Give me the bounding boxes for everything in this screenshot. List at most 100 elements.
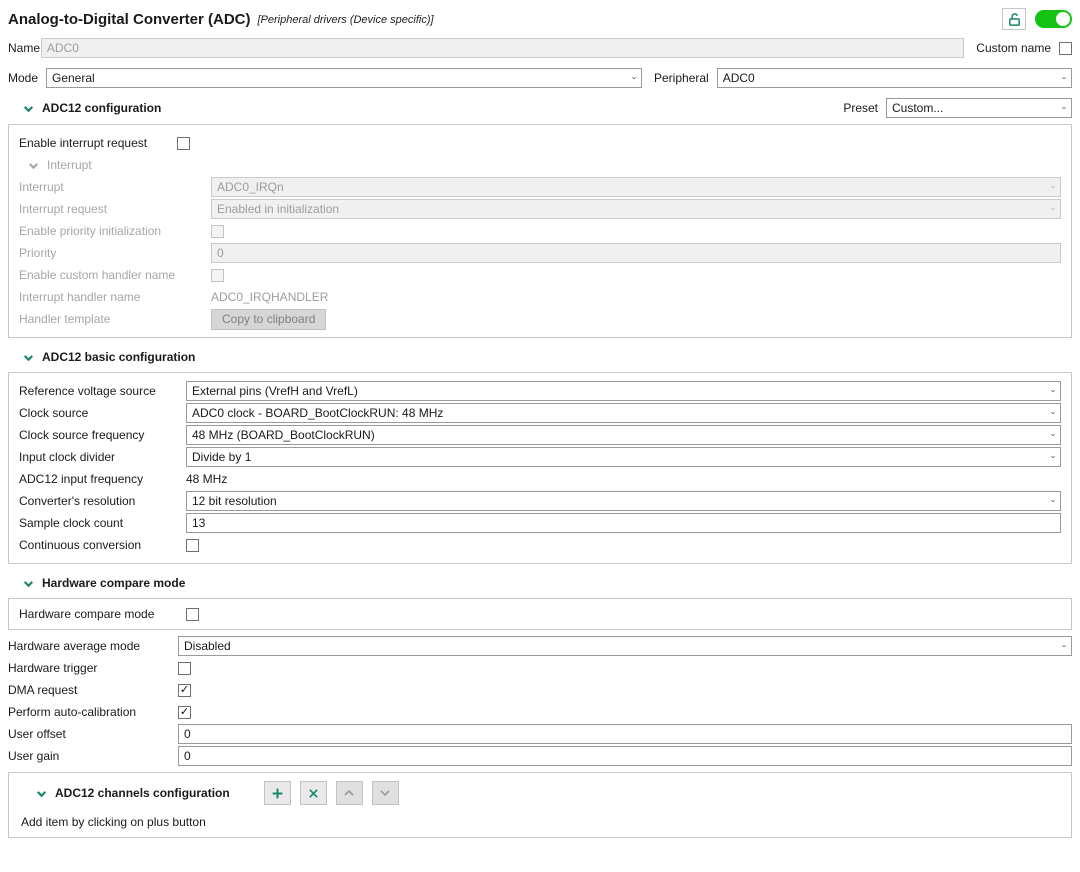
interrupt-label: Interrupt: [19, 180, 64, 194]
field-row: Interrupt request Enabled in initializat…: [19, 199, 1061, 219]
misc-settings: Hardware average mode Disabled Hardware …: [0, 636, 1080, 766]
hardware-trigger-label: Hardware trigger: [8, 661, 98, 675]
user-offset-input[interactable]: [178, 724, 1072, 744]
clock-source-frequency-selected-value: 48 MHz (BOARD_BootClockRUN): [192, 428, 375, 442]
priority-label: Priority: [19, 246, 57, 260]
sample-clock-count-label: Sample clock count: [19, 516, 124, 530]
interrupt-request-label: Interrupt request: [19, 202, 108, 216]
mode-select[interactable]: General: [46, 68, 642, 88]
add-channel-button[interactable]: [263, 781, 291, 805]
continuous-conversion-checkbox[interactable]: [186, 538, 199, 552]
field-row: DMA request ✓: [0, 680, 1080, 700]
name-label: Name: [8, 41, 41, 55]
field-row: Continuous conversion: [19, 535, 1061, 555]
field-row: Hardware average mode Disabled: [0, 636, 1080, 656]
x-icon: [308, 788, 318, 798]
clock-source-frequency-label: Clock source frequency: [19, 428, 145, 442]
chevron-down-icon: [380, 790, 390, 797]
chevron-down-icon[interactable]: [22, 351, 35, 364]
toggle-knob: [1056, 12, 1070, 26]
chevron-down-icon: [1062, 107, 1066, 110]
field-row: ADC12 input frequency 48 MHz: [19, 469, 1061, 489]
adc-config-page: Analog-to-Digital Converter (ADC) [Perip…: [0, 0, 1080, 872]
user-gain-label: User gain: [8, 749, 60, 763]
dma-request-checkbox[interactable]: ✓: [178, 683, 191, 697]
enable-priority-initialization-checkbox: [211, 224, 224, 238]
adc12-input-frequency-label: ADC12 input frequency: [19, 472, 144, 486]
mode-label: Mode: [8, 71, 39, 85]
sample-clock-count-input[interactable]: [186, 513, 1061, 533]
section-title: ADC12 basic configuration: [42, 350, 196, 364]
hardware-average-mode-label: Hardware average mode: [8, 639, 141, 653]
field-row: Converter's resolution 12 bit resolution: [19, 491, 1061, 511]
input-clock-divider-selected-value: Divide by 1: [192, 450, 252, 464]
chevron-down-icon: [1062, 645, 1066, 648]
hardware-compare-mode-checkbox[interactable]: [186, 607, 199, 621]
remove-channel-button[interactable]: [299, 781, 327, 805]
interrupt-subsection-header: Interrupt: [27, 155, 1061, 175]
lock-button[interactable]: [1002, 8, 1026, 30]
unlock-icon: [1008, 12, 1020, 26]
interrupt-handler-name-label: Interrupt handler name: [19, 290, 141, 304]
name-row: Name Custom name: [0, 38, 1080, 58]
preset-selected-value: Custom...: [892, 101, 944, 115]
chevron-down-icon[interactable]: [27, 159, 40, 172]
adc12-configuration-header: ADC12 configuration Preset Custom...: [0, 98, 1080, 118]
basic-configuration-panel: Reference voltage source External pins (…: [8, 372, 1072, 564]
reference-voltage-selected-value: External pins (VrefH and VrefL): [192, 384, 358, 398]
chevron-down-icon[interactable]: [35, 787, 48, 800]
hardware-average-mode-select[interactable]: Disabled: [178, 636, 1072, 656]
enable-custom-handler-name-checkbox: [211, 268, 224, 282]
field-row: Interrupt handler name ADC0_IRQHANDLER: [19, 287, 1061, 307]
peripheral-select[interactable]: ADC0: [716, 68, 1072, 88]
peripheral-enabled-toggle[interactable]: [1035, 10, 1072, 28]
user-offset-label: User offset: [8, 727, 66, 741]
field-row: Sample clock count: [19, 513, 1061, 533]
plus-icon: [272, 788, 283, 798]
adc12-input-frequency-value: 48 MHz: [186, 472, 228, 486]
field-row: Clock source ADC0 clock - BOARD_BootCloc…: [19, 403, 1061, 423]
field-row: Input clock divider Divide by 1: [19, 447, 1061, 467]
field-row: Enable custom handler name: [19, 265, 1061, 285]
converters-resolution-select[interactable]: 12 bit resolution: [186, 491, 1061, 511]
perform-auto-calibration-label: Perform auto-calibration: [8, 705, 137, 719]
interrupt-panel: Enable interrupt request Interrupt Inter…: [8, 124, 1072, 338]
field-row: Hardware trigger: [0, 658, 1080, 678]
chevron-down-icon: [632, 77, 636, 80]
chevron-down-icon: [1051, 208, 1055, 211]
reference-voltage-source-select[interactable]: External pins (VrefH and VrefL): [186, 381, 1061, 401]
enable-interrupt-request-label: Enable interrupt request: [19, 136, 148, 150]
mode-row: Mode General Peripheral ADC0: [0, 68, 1080, 88]
dma-request-label: DMA request: [8, 683, 78, 697]
chevron-down-icon[interactable]: [22, 577, 35, 590]
hardware-compare-mode-label: Hardware compare mode: [19, 607, 155, 621]
name-input: [40, 38, 965, 58]
input-clock-divider-select[interactable]: Divide by 1: [186, 447, 1061, 467]
chevron-down-icon: [1051, 390, 1055, 393]
preset-select[interactable]: Custom...: [886, 98, 1072, 118]
hardware-compare-mode-panel: Hardware compare mode: [8, 598, 1072, 630]
chevron-down-icon: [1051, 500, 1055, 503]
interrupt-request-selected-value: Enabled in initialization: [217, 202, 340, 216]
chevron-down-icon[interactable]: [22, 102, 35, 115]
clock-source-label: Clock source: [19, 406, 89, 420]
user-gain-input[interactable]: [178, 746, 1072, 766]
enable-interrupt-request-checkbox[interactable]: [177, 136, 190, 150]
perform-auto-calibration-checkbox[interactable]: ✓: [178, 705, 191, 719]
channels-hint-text: Add item by clicking on plus button: [21, 815, 206, 829]
clock-source-frequency-select[interactable]: 48 MHz (BOARD_BootClockRUN): [186, 425, 1061, 445]
priority-input: [211, 243, 1061, 263]
channels-toolbar: [263, 781, 399, 805]
handler-template-label: Handler template: [19, 312, 111, 326]
chevron-down-icon: [1051, 412, 1055, 415]
enable-priority-initialization-label: Enable priority initialization: [19, 224, 162, 238]
copy-to-clipboard-button: Copy to clipboard: [211, 308, 327, 330]
clock-source-select[interactable]: ADC0 clock - BOARD_BootClockRUN: 48 MHz: [186, 403, 1061, 423]
header-controls: [1002, 8, 1072, 30]
preset-label: Preset: [843, 101, 878, 115]
converters-resolution-selected-value: 12 bit resolution: [192, 494, 277, 508]
chevron-down-icon: [1051, 434, 1055, 437]
hardware-trigger-checkbox[interactable]: [178, 661, 191, 675]
field-row: Interrupt ADC0_IRQn: [19, 177, 1061, 197]
custom-name-checkbox[interactable]: [1059, 41, 1072, 55]
